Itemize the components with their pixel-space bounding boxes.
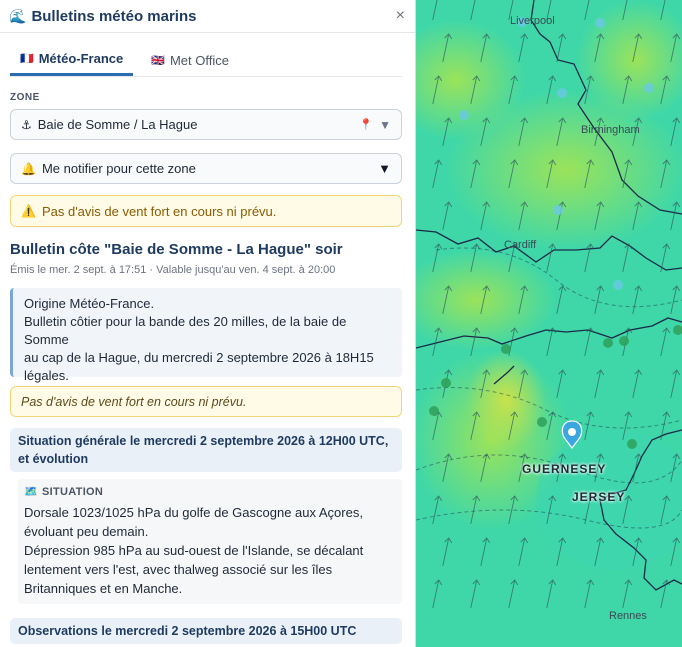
wind-zone xyxy=(466,350,546,450)
bulletin-note: Pas d'avis de vent fort en cours ni prév… xyxy=(10,386,402,417)
info-line: au cap de la Hague, du mercredi 2 septem… xyxy=(24,350,374,365)
anchor-icon: ⚓ xyxy=(21,117,32,132)
map-icon: 🗺️ xyxy=(24,486,38,498)
situation-line: Dorsale 1023/1025 hPa du golfe de Gascog… xyxy=(24,505,363,520)
map-canvas xyxy=(416,0,682,647)
france-flag-icon: 🇫🇷 xyxy=(20,53,34,65)
close-icon[interactable]: × xyxy=(396,7,405,25)
alert-text: Pas d'avis de vent fort en cours ni prév… xyxy=(41,203,277,219)
island-label-jersey: JERSEY xyxy=(572,490,626,504)
location-pin-icon[interactable]: 📍 xyxy=(359,118,373,131)
notify-select[interactable]: 🔔 Me notifier pour cette zone ▼ xyxy=(10,153,402,184)
situation-line: évoluant peu demain. xyxy=(24,524,149,539)
info-line: Bulletin côtier pour la bande des 20 mil… xyxy=(24,314,347,347)
situation-line: Britanniques et en Manche. xyxy=(24,581,183,596)
situation-body: 🗺️ SITUATION Dorsale 1023/1025 hPa du gol… xyxy=(18,479,402,604)
city-label-rennes: Rennes xyxy=(609,610,647,622)
tab-meteo-france[interactable]: 🇫🇷 Météo-France xyxy=(10,44,134,76)
zone-selected-value: Baie de Somme / La Hague xyxy=(37,117,198,132)
provider-tabs: 🇫🇷 Météo-France 🇬🇧 Met Office xyxy=(10,44,402,77)
bulletin-title: Bulletin côte "Baie de Somme - La Hague"… xyxy=(10,241,343,258)
situation-section-header[interactable]: Situation générale le mercredi 2 septemb… xyxy=(10,428,402,472)
city-label-liverpool: Liverpool xyxy=(510,15,555,27)
uk-flag-icon: 🇬🇧 xyxy=(151,54,165,67)
situation-label: 🗺️ SITUATION xyxy=(24,486,104,498)
bulletin-meta: Émis le mer. 2 sept. à 17:51 · Valable j… xyxy=(10,264,336,276)
zone-select[interactable]: ⚓ Baie de Somme / La Hague 📍 ▼ xyxy=(10,109,402,140)
bell-icon: 🔔 xyxy=(21,161,36,176)
notify-label: Me notifier pour cette zone xyxy=(41,161,196,176)
info-line: légales. xyxy=(24,368,69,383)
tab-label: Met Office xyxy=(169,52,229,68)
tab-met-office[interactable]: 🇬🇧 Met Office xyxy=(141,44,239,76)
wind-alert-banner: ⚠️ Pas d'avis de vent fort en cours ni p… xyxy=(10,195,402,227)
warning-icon: ⚠️ xyxy=(21,204,36,218)
situation-line: Dépression 985 hPa au sud-ouest de l'Isl… xyxy=(24,543,364,558)
bulletin-origin-box: Origine Météo-France. Bulletin côtier po… xyxy=(10,288,402,383)
wave-icon: 🌊 xyxy=(9,7,27,24)
bulletin-panel: 🌊 Bulletins météo marins × 🇫🇷 Météo-Fran… xyxy=(0,0,416,647)
chevron-down-icon: ▼ xyxy=(379,117,391,132)
city-label-birmingham: Birmingham xyxy=(581,124,640,136)
observations-section-header[interactable]: Observations le mercredi 2 septembre 202… xyxy=(10,618,402,644)
city-label-cardiff: Cardiff xyxy=(504,239,537,251)
zone-label: ZONE xyxy=(10,92,40,103)
panel-title: Bulletins météo marins xyxy=(31,7,197,25)
info-line: Origine Météo-France. xyxy=(24,296,155,311)
island-label-guernesey: GUERNESEY xyxy=(522,462,607,476)
tab-label: Météo-France xyxy=(38,51,124,66)
situation-line: lentement vers l'est, avec thalweg assoc… xyxy=(24,562,333,577)
panel-header: 🌊 Bulletins météo marins × xyxy=(0,0,415,33)
chevron-down-icon: ▼ xyxy=(378,161,391,176)
wind-map[interactable]: Liverpool Birmingham Cardiff GUERNESEY J… xyxy=(416,0,682,647)
